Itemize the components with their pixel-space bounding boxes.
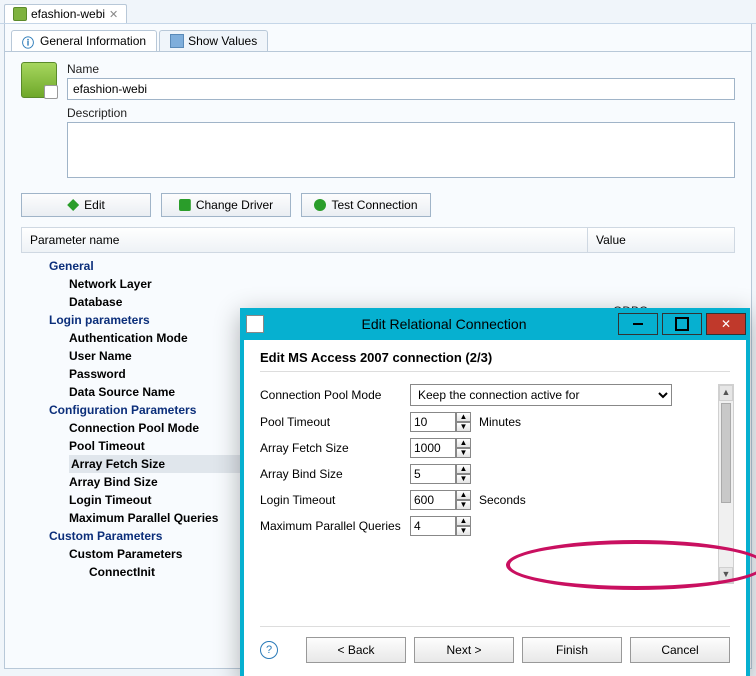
scrollbar[interactable]: ▲ ▼ <box>718 384 734 584</box>
app-root: { "fileTab": { "title": "efashion-webi" … <box>0 0 756 676</box>
spin-up-icon[interactable]: ▲ <box>456 490 471 500</box>
parameter-table-header: Parameter name Value <box>21 227 735 253</box>
tree-network-layer[interactable]: Network Layer <box>69 275 735 293</box>
tab-show-values[interactable]: Show Values <box>159 30 268 51</box>
help-button[interactable]: ? <box>260 641 278 659</box>
conn-pool-mode-label: Connection Pool Mode <box>260 388 410 402</box>
login-timeout-input[interactable] <box>410 490 456 510</box>
dialog-form: ▲ ▼ Connection Pool Mode Keep the connec… <box>260 384 730 536</box>
dialog-icon <box>246 315 264 333</box>
test-connection-button[interactable]: Test Connection <box>301 193 431 217</box>
driver-icon <box>179 199 191 211</box>
dialog-title: Edit Relational Connection <box>270 316 618 332</box>
inner-tabs: ⓘ General Information Show Values <box>5 24 751 51</box>
close-button[interactable] <box>706 313 746 335</box>
param-value-header[interactable]: Value <box>588 228 734 252</box>
description-label: Description <box>67 106 735 120</box>
array-bind-label: Array Bind Size <box>260 467 410 481</box>
max-parallel-input[interactable] <box>410 516 456 536</box>
dialog-buttons: ? < Back Next > Finish Cancel <box>260 637 730 663</box>
max-parallel-spinner[interactable]: ▲▼ <box>410 516 471 536</box>
connection-icon <box>13 7 27 21</box>
spin-up-icon[interactable]: ▲ <box>456 464 471 474</box>
edit-button[interactable]: Edit <box>21 193 151 217</box>
file-tab[interactable]: efashion-webi ✕ <box>4 4 127 23</box>
dialog-titlebar[interactable]: Edit Relational Connection <box>240 308 750 340</box>
spin-up-icon[interactable]: ▲ <box>456 516 471 526</box>
spin-down-icon[interactable]: ▼ <box>456 526 471 536</box>
param-name-header[interactable]: Parameter name <box>22 228 588 252</box>
tree-general[interactable]: General <box>49 257 735 275</box>
spin-up-icon[interactable]: ▲ <box>456 438 471 448</box>
dialog-heading: Edit MS Access 2007 connection (2/3) <box>260 350 730 372</box>
scroll-down-icon[interactable]: ▼ <box>719 567 733 583</box>
cancel-button[interactable]: Cancel <box>630 637 730 663</box>
description-input[interactable] <box>67 122 735 178</box>
spin-down-icon[interactable]: ▼ <box>456 474 471 484</box>
login-timeout-spinner[interactable]: ▲▼ <box>410 490 471 510</box>
name-input[interactable] <box>67 78 735 100</box>
change-driver-button[interactable]: Change Driver <box>161 193 291 217</box>
test-icon <box>314 199 326 211</box>
file-tab-row: efashion-webi ✕ <box>0 0 756 24</box>
edit-icon <box>67 199 79 211</box>
login-timeout-label: Login Timeout <box>260 493 410 507</box>
pool-timeout-label: Pool Timeout <box>260 415 410 429</box>
pool-timeout-spinner[interactable]: ▲▼ <box>410 412 471 432</box>
name-label: Name <box>67 62 735 76</box>
spin-down-icon[interactable]: ▼ <box>456 448 471 458</box>
close-icon[interactable]: ✕ <box>109 8 118 21</box>
finish-button[interactable]: Finish <box>522 637 622 663</box>
file-tab-title: efashion-webi <box>31 7 105 21</box>
scroll-up-icon[interactable]: ▲ <box>719 385 733 401</box>
maximize-button[interactable] <box>662 313 702 335</box>
scroll-thumb[interactable] <box>721 403 731 503</box>
max-parallel-label: Maximum Parallel Queries <box>260 519 410 533</box>
action-buttons: Edit Change Driver Test Connection <box>21 193 735 217</box>
array-fetch-spinner[interactable]: ▲▼ <box>410 438 471 458</box>
next-button[interactable]: Next > <box>414 637 514 663</box>
spin-down-icon[interactable]: ▼ <box>456 422 471 432</box>
conn-pool-mode-select[interactable]: Keep the connection active for <box>410 384 672 406</box>
back-button[interactable]: < Back <box>306 637 406 663</box>
pool-timeout-unit: Minutes <box>479 415 521 429</box>
spin-up-icon[interactable]: ▲ <box>456 412 471 422</box>
main-area: ⓘ General Information Show Values Name D… <box>4 24 752 669</box>
spin-down-icon[interactable]: ▼ <box>456 500 471 510</box>
array-fetch-input[interactable] <box>410 438 456 458</box>
minimize-button[interactable] <box>618 313 658 335</box>
array-bind-spinner[interactable]: ▲▼ <box>410 464 471 484</box>
tab-general-information[interactable]: ⓘ General Information <box>11 30 157 51</box>
login-timeout-unit: Seconds <box>479 493 526 507</box>
array-bind-input[interactable] <box>410 464 456 484</box>
array-fetch-label: Array Fetch Size <box>260 441 410 455</box>
pool-timeout-input[interactable] <box>410 412 456 432</box>
connection-large-icon <box>21 62 57 98</box>
table-icon <box>170 34 184 48</box>
edit-connection-dialog: Edit Relational Connection Edit MS Acces… <box>240 308 750 676</box>
info-icon: ⓘ <box>22 34 36 48</box>
